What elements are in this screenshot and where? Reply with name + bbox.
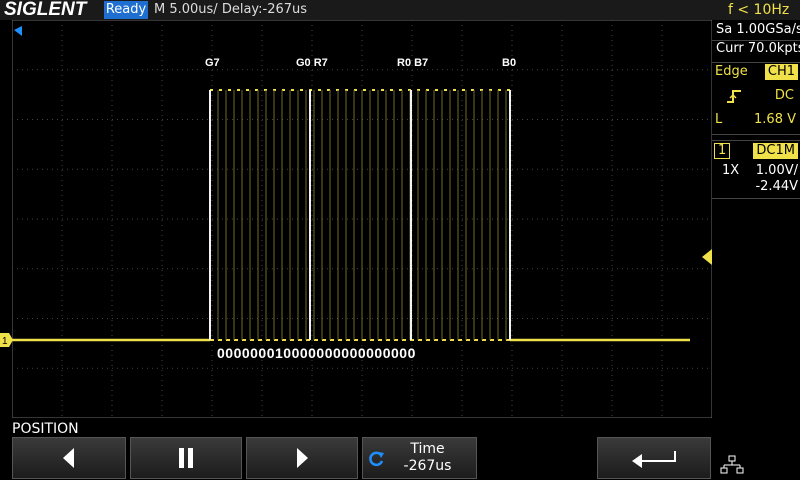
pause-icon <box>179 448 193 468</box>
time-position-button[interactable]: Time -267us <box>362 437 477 479</box>
ch1-ground-marker[interactable]: 1 <box>0 333 14 347</box>
right-arrow-icon <box>297 448 308 468</box>
volts-per-div: 1.00V/ <box>755 163 798 178</box>
channel-offset: -2.44V <box>755 179 798 194</box>
channel1-header[interactable]: 1 DC1M <box>712 142 800 162</box>
decoded-bits: 000000010000000000000000 <box>217 345 416 361</box>
return-button[interactable] <box>597 437 711 479</box>
panel-divider <box>712 140 800 141</box>
panel-divider <box>712 198 800 199</box>
softkey-section-label: POSITION <box>12 421 79 437</box>
rotate-knob-icon <box>369 451 384 467</box>
marker-g7: G7 <box>205 57 220 69</box>
trigger-slope-row[interactable]: DC <box>712 86 800 106</box>
trigger-type-row[interactable]: Edge CH1 <box>712 62 800 82</box>
trigger-level-row[interactable]: L 1.68 V <box>712 110 800 130</box>
marker-g0-r7: G0 R7 <box>296 57 328 69</box>
move-left-button[interactable] <box>12 437 126 479</box>
return-icon <box>632 451 676 468</box>
move-right-button[interactable] <box>246 437 358 479</box>
probe-attenuation: 1X <box>722 163 740 178</box>
marker-r0-b7: R0 B7 <box>397 57 428 69</box>
trigger-level-value: 1.68 V <box>754 112 796 127</box>
panel-divider <box>712 62 800 63</box>
marker-b0: B0 <box>502 57 516 69</box>
sample-rate: Sa 1.00GSa/s <box>716 22 800 37</box>
frequency-readout: f < 10Hz <box>728 2 790 18</box>
channel-number: 1 <box>714 143 731 159</box>
panel-divider <box>712 134 800 135</box>
panel-divider <box>712 40 800 41</box>
svg-text:1: 1 <box>2 336 8 347</box>
channel-coupling-badge: DC1M <box>753 143 798 159</box>
level-label: L <box>715 112 723 127</box>
brand-logo: SIGLENT <box>4 0 87 20</box>
time-label: Time <box>410 441 445 457</box>
info-panel: Sa 1.00GSa/s Curr 70.0kpts Edge CH1 DC L… <box>712 20 800 420</box>
pause-button[interactable] <box>130 437 242 479</box>
waveform-display[interactable]: G7 G0 R7 R0 B7 B0 0000000100000000000000… <box>12 20 712 418</box>
trigger-type: Edge <box>715 64 748 79</box>
time-value: -267us <box>403 458 452 474</box>
trigger-level-marker[interactable] <box>702 249 712 265</box>
rising-edge-icon <box>727 90 741 103</box>
memory-depth: Curr 70.0kpts <box>716 41 800 56</box>
trigger-source-badge: CH1 <box>764 64 798 80</box>
left-arrow-icon <box>63 448 74 468</box>
run-status-badge[interactable]: Ready <box>104 1 148 19</box>
channel1-offset-row[interactable]: -2.44V <box>712 178 800 196</box>
timebase-readout[interactable]: M 5.00us/ Delay:-267us <box>154 0 307 20</box>
trigger-coupling: DC <box>774 88 794 103</box>
network-icon <box>720 455 744 474</box>
